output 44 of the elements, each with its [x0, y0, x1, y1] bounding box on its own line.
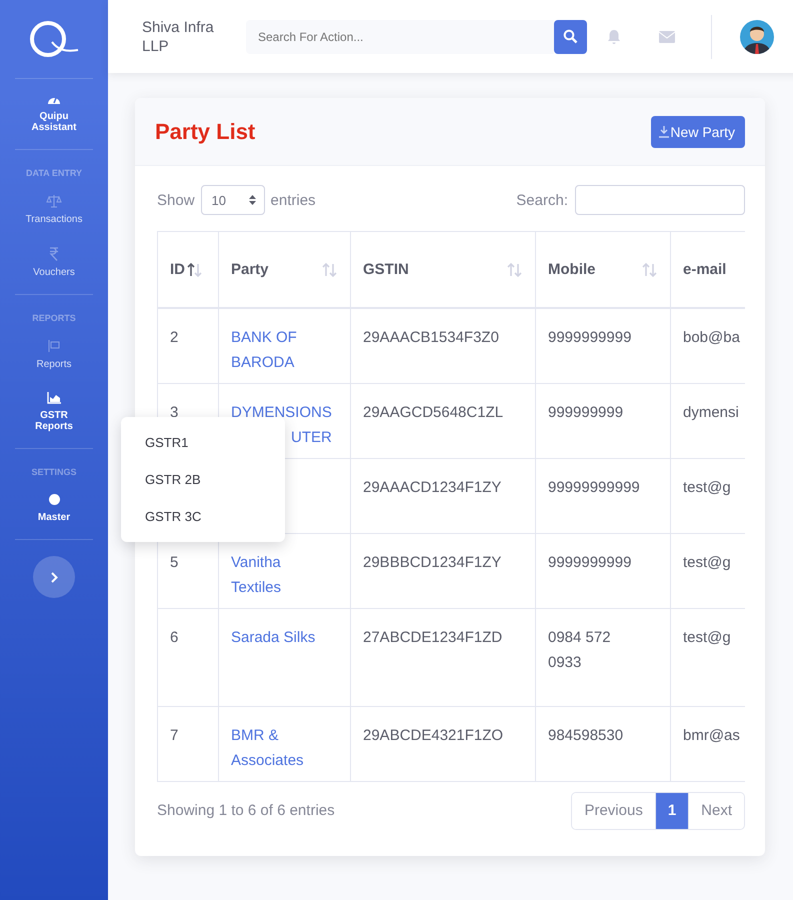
show-label: Show	[157, 192, 195, 208]
column-header[interactable]: Party	[218, 232, 350, 308]
section-heading: REPORTS	[32, 313, 76, 323]
mobile-cell-text: 0984 572 0933	[548, 628, 612, 672]
section-heading: SETTINGS	[31, 467, 76, 477]
mobile-cell-text: 984598530	[548, 726, 624, 746]
company-name: Shiva Infra LLP	[142, 18, 215, 56]
nav-item[interactable]: Transactions	[22, 184, 86, 237]
mobile-cell-text: 999999999	[548, 402, 624, 422]
section-heading: DATA ENTRY	[26, 168, 82, 178]
gstin-cell: 29AAACB1534F3Z0	[350, 308, 536, 383]
gstin-cell: 29ABCDE4321F1ZO	[350, 706, 536, 781]
search-field[interactable]: Search For Action...	[246, 20, 554, 54]
id-cell: 7	[158, 706, 218, 781]
gstin-cell: 27ABCDE1234F1ZD	[350, 608, 536, 706]
nav-item[interactable]: Reports	[32, 329, 76, 382]
gstin-cell: 29AAGCD5648C1ZL	[350, 383, 536, 458]
party-link[interactable]: Sarada Silks	[231, 624, 316, 650]
nav-item[interactable]: Quipu Assistant	[17, 83, 91, 145]
nav-item[interactable]: GSTR Reports	[17, 382, 91, 444]
column-header[interactable]: Mobile	[536, 232, 670, 308]
gstin-cell: 29AAACD1234F1ZY	[350, 458, 536, 533]
page-button[interactable]: Next	[688, 792, 744, 828]
menu-item[interactable]: GSTR 3C	[121, 498, 285, 535]
mobile-cell-text: 9999999999	[548, 552, 632, 572]
nav-item[interactable]: Master	[34, 483, 74, 535]
mobile-cell-text: 9999999999	[548, 328, 632, 348]
menu-item[interactable]: GSTR 2B	[121, 461, 285, 498]
new-party-button[interactable]: New Party	[651, 116, 745, 148]
column-header[interactable]: ID	[158, 232, 218, 308]
entries-label: entries	[270, 192, 316, 208]
entries-select[interactable]: 10	[200, 185, 265, 215]
id-cell: 6	[158, 608, 218, 706]
mobile-cell-text: 99999999999	[548, 478, 640, 498]
search-label: Search:	[516, 192, 568, 208]
gstin-cell: 29BBBCD1234F1ZY	[350, 533, 536, 608]
table-info: Showing 1 to 6 of 6 entries	[157, 802, 335, 819]
page-button[interactable]: 1	[654, 792, 688, 828]
id-cell: 2	[158, 308, 218, 383]
column-header[interactable]: GSTIN	[350, 232, 536, 308]
nav-item[interactable]: Vouchers	[29, 237, 79, 290]
party-link[interactable]: UTER	[291, 424, 332, 450]
column-header[interactable]: e-mail	[670, 232, 745, 308]
page-title: Party List	[155, 118, 256, 144]
